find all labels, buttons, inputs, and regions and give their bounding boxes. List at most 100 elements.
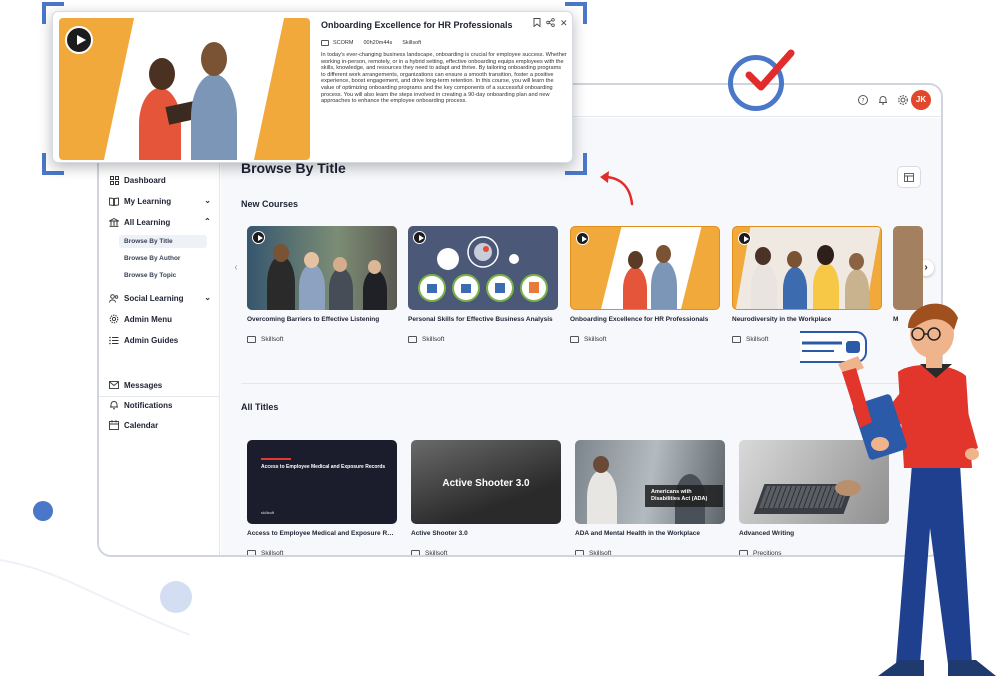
course-title[interactable]: Onboarding Excellence for HR Professiona…	[570, 316, 720, 323]
close-icon[interactable]: ✕	[560, 18, 568, 29]
course-title[interactable]: Overcoming Barriers to Effective Listeni…	[247, 316, 397, 323]
popup-format: SCORM	[333, 40, 354, 46]
monitor-icon	[411, 550, 420, 555]
section-title-new-courses: New Courses	[241, 199, 299, 209]
title-thumbnail: Americans with Disabilities Act (ADA)	[575, 440, 725, 524]
title-provider: Skillsoft	[589, 550, 612, 557]
carousel-prev-button[interactable]: ‹	[228, 260, 244, 276]
monitor-icon	[570, 336, 579, 343]
title-provider: Skillsoft	[261, 550, 284, 557]
sidebar-item-label: Admin Menu	[124, 314, 172, 324]
popup-duration: 00h20m44s	[363, 40, 393, 46]
grid-icon	[109, 175, 119, 185]
sidebar-subitem-browse-by-author[interactable]: Browse By Author	[119, 252, 207, 265]
title-card[interactable]: Americans with Disabilities Act (ADA) AD…	[575, 440, 725, 557]
course-provider: Skillsoft	[422, 336, 445, 343]
title-provider: Skillsoft	[425, 550, 448, 557]
monitor-icon	[732, 336, 741, 343]
thumbnail-text: Americans with Disabilities Act (ADA)	[645, 485, 723, 507]
sidebar-subitem-browse-by-title[interactable]: Browse By Title	[119, 235, 207, 248]
chevron-down-icon: ⌄	[204, 196, 211, 205]
sidebar-item-admin-guides[interactable]: Admin Guides	[109, 332, 211, 348]
sidebar-item-notifications[interactable]: Notifications	[109, 397, 211, 413]
sidebar-item-label: Calendar	[124, 420, 159, 430]
course-thumbnail	[247, 226, 397, 310]
course-thumbnail	[570, 226, 720, 310]
course-card[interactable]: Overcoming Barriers to Effective Listeni…	[247, 226, 397, 343]
sidebar-item-label: Social Learning	[124, 293, 184, 303]
list-icon	[109, 335, 119, 345]
checkmark-icon	[745, 49, 795, 91]
sidebar-item-all-learning[interactable]: All Learning ⌄	[109, 214, 211, 230]
library-icon	[109, 217, 119, 227]
user-avatar[interactable]: JK	[911, 90, 931, 110]
share-icon[interactable]	[546, 18, 555, 29]
decorative-dot	[160, 581, 192, 613]
monitor-icon	[575, 550, 584, 555]
play-icon[interactable]	[738, 232, 751, 245]
curved-arrow-icon	[600, 171, 634, 206]
sidebar-item-admin-menu[interactable]: Admin Menu	[109, 311, 211, 327]
monitor-icon	[321, 40, 329, 46]
title-card[interactable]: Active Shooter 3.0 Active Shooter 3.0 Sk…	[411, 440, 561, 557]
chevron-up-icon: ⌄	[204, 216, 211, 225]
sidebar-item-my-learning[interactable]: My Learning ⌄	[109, 193, 211, 209]
title-thumbnail: Access to Employee Medical and Exposure …	[247, 440, 397, 524]
course-provider: Skillsoft	[746, 336, 769, 343]
users-icon	[109, 293, 119, 303]
layout-toggle-button[interactable]	[897, 166, 921, 188]
popup-thumbnail	[59, 18, 310, 160]
play-icon[interactable]	[413, 231, 426, 244]
course-thumbnail	[408, 226, 558, 310]
decorative-dot	[33, 501, 53, 521]
sidebar-item-label: All Learning	[124, 217, 171, 227]
sidebar-item-label: Dashboard	[124, 175, 166, 185]
play-icon[interactable]	[576, 232, 589, 245]
course-card[interactable]: Personal Skills for Effective Business A…	[408, 226, 558, 343]
course-title[interactable]: Personal Skills for Effective Business A…	[408, 316, 558, 323]
play-icon[interactable]	[65, 26, 93, 54]
popup-provider: Skillsoft	[402, 40, 422, 46]
course-provider: Skillsoft	[261, 336, 284, 343]
sidebar-item-label: Messages	[124, 380, 163, 390]
chevron-down-icon: ⌄	[204, 293, 211, 302]
book-icon	[109, 196, 119, 206]
sidebar-item-messages[interactable]: Messages	[109, 377, 211, 393]
hero-illustration: ? JK Dashboard My Learning ⌄ All Learnin…	[0, 0, 1001, 684]
title-name[interactable]: ADA and Mental Health in the Workplace	[575, 530, 725, 537]
title-name[interactable]: Active Shooter 3.0	[411, 530, 561, 537]
bell-icon[interactable]	[877, 94, 889, 106]
thumbnail-text: Active Shooter 3.0	[442, 478, 530, 489]
course-provider: Skillsoft	[584, 336, 607, 343]
sidebar-item-label: My Learning	[124, 196, 172, 206]
title-thumbnail: Active Shooter 3.0	[411, 440, 561, 524]
person-illustration	[800, 303, 996, 676]
sidebar-item-social-learning[interactable]: Social Learning ⌄	[109, 290, 211, 306]
sidebar-item-dashboard[interactable]: Dashboard	[109, 172, 211, 188]
settings-icon	[109, 314, 119, 324]
bookmark-icon[interactable]	[533, 18, 541, 29]
sidebar-item-label: Notifications	[124, 400, 173, 410]
title-card[interactable]: Access to Employee Medical and Exposure …	[247, 440, 397, 557]
help-icon[interactable]: ?	[857, 94, 869, 106]
popup-title: Onboarding Excellence for HR Professiona…	[321, 20, 513, 30]
course-preview-popup: Onboarding Excellence for HR Professiona…	[52, 11, 573, 163]
course-card[interactable]: Onboarding Excellence for HR Professiona…	[570, 226, 720, 343]
calendar-icon	[109, 420, 119, 430]
play-icon[interactable]	[252, 231, 265, 244]
sidebar: Dashboard My Learning ⌄ All Learning ⌄ B…	[99, 118, 220, 555]
monitor-icon	[247, 336, 256, 343]
title-name[interactable]: Access to Employee Medical and Exposure …	[247, 530, 397, 537]
gear-icon[interactable]	[897, 94, 909, 106]
thumbnail-text: Access to Employee Medical and Exposure …	[261, 464, 386, 470]
sidebar-subitem-browse-by-topic[interactable]: Browse By Topic	[119, 269, 207, 282]
section-title-all-titles: All Titles	[241, 402, 279, 412]
monitor-icon	[247, 550, 256, 555]
bell-icon	[109, 400, 119, 410]
monitor-icon	[408, 336, 417, 343]
popup-description: In today's ever-changing business landsc…	[321, 52, 567, 105]
thumbnail-brand: skillsoft	[261, 510, 275, 515]
sidebar-item-calendar[interactable]: Calendar	[109, 417, 211, 433]
envelope-icon	[109, 380, 119, 390]
svg-text:?: ?	[861, 97, 864, 104]
